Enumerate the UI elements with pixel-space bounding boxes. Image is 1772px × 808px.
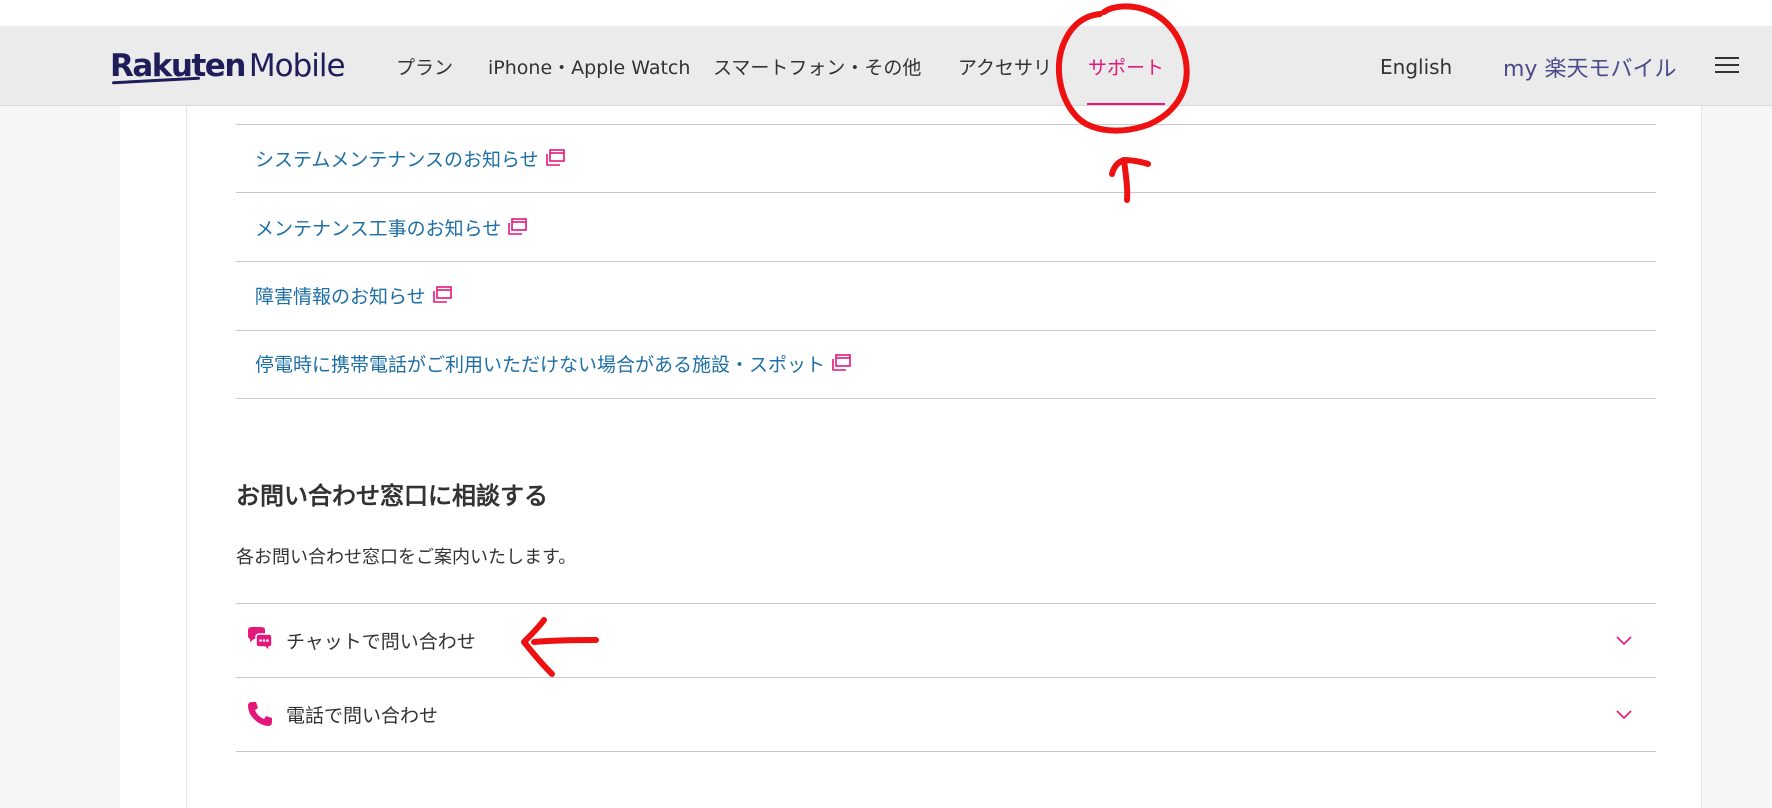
contact-section-description: 各お問い合わせ窓口をご案内いたします。 — [236, 547, 577, 568]
info-link-outage[interactable]: 障害情報のお知らせ — [255, 280, 452, 310]
page-gutter-left — [0, 106, 120, 808]
chevron-down-icon — [1616, 636, 1632, 646]
list-divider — [236, 192, 1656, 193]
contact-section-title: お問い合わせ窓口に相談する — [236, 481, 548, 510]
content-border-left — [186, 106, 187, 808]
page-gutter-right — [1702, 106, 1772, 808]
info-link-maintenance-work[interactable]: メンテナンス工事のお知らせ — [255, 212, 528, 242]
content-border-right — [1701, 106, 1702, 808]
hamburger-menu-icon[interactable] — [1715, 52, 1741, 76]
external-window-icon — [508, 218, 528, 235]
chevron-down-icon — [1616, 710, 1632, 720]
accordion-phone-label: 電話で問い合わせ — [286, 704, 439, 727]
logo-product-text: Mobile — [248, 48, 346, 84]
list-divider — [236, 330, 1656, 331]
nav-active-indicator — [1087, 103, 1165, 105]
phone-icon — [248, 702, 272, 726]
site-header: Rakuten Mobile プラン iPhone・Apple Watch スマ… — [0, 26, 1772, 106]
external-window-icon — [545, 149, 565, 166]
top-strip — [0, 0, 1772, 26]
list-divider — [236, 261, 1656, 262]
english-link[interactable]: English — [1380, 50, 1452, 84]
chat-bubbles-icon — [248, 627, 273, 653]
accordion-phone-inquiry[interactable]: 電話で問い合わせ — [236, 678, 1656, 750]
external-window-icon — [832, 354, 851, 371]
accordion-chat-label: チャットで問い合わせ — [286, 630, 476, 653]
info-link-label: システムメンテナンスのお知らせ — [255, 148, 539, 171]
nav-item-iphone-apple-watch[interactable]: iPhone・Apple Watch — [488, 49, 690, 83]
info-link-power-outage-facilities[interactable]: 停電時に携帯電話がご利用いただけない場合がある施設・スポット — [255, 348, 851, 378]
info-link-label: メンテナンス工事のお知らせ — [255, 217, 502, 240]
external-window-icon — [432, 286, 452, 303]
nav-item-smartphone-other[interactable]: スマートフォン・その他 — [713, 49, 921, 83]
my-rakuten-mobile-link[interactable]: my 楽天モバイル — [1503, 50, 1676, 84]
info-link-system-maintenance[interactable]: システムメンテナンスのお知らせ — [255, 143, 565, 173]
accordion-chat-inquiry[interactable]: チャットで問い合わせ — [236, 604, 1656, 676]
nav-item-accessory[interactable]: アクセサリ — [958, 49, 1052, 83]
list-divider — [236, 398, 1656, 399]
info-link-label: 停電時に携帯電話がご利用いただけない場合がある施設・スポット — [255, 353, 826, 376]
list-divider — [236, 124, 1656, 125]
nav-item-support[interactable]: サポート — [1088, 49, 1164, 83]
info-link-label: 障害情報のお知らせ — [255, 285, 426, 308]
accordion-divider — [236, 751, 1656, 752]
nav-item-plan[interactable]: プラン — [396, 49, 453, 83]
